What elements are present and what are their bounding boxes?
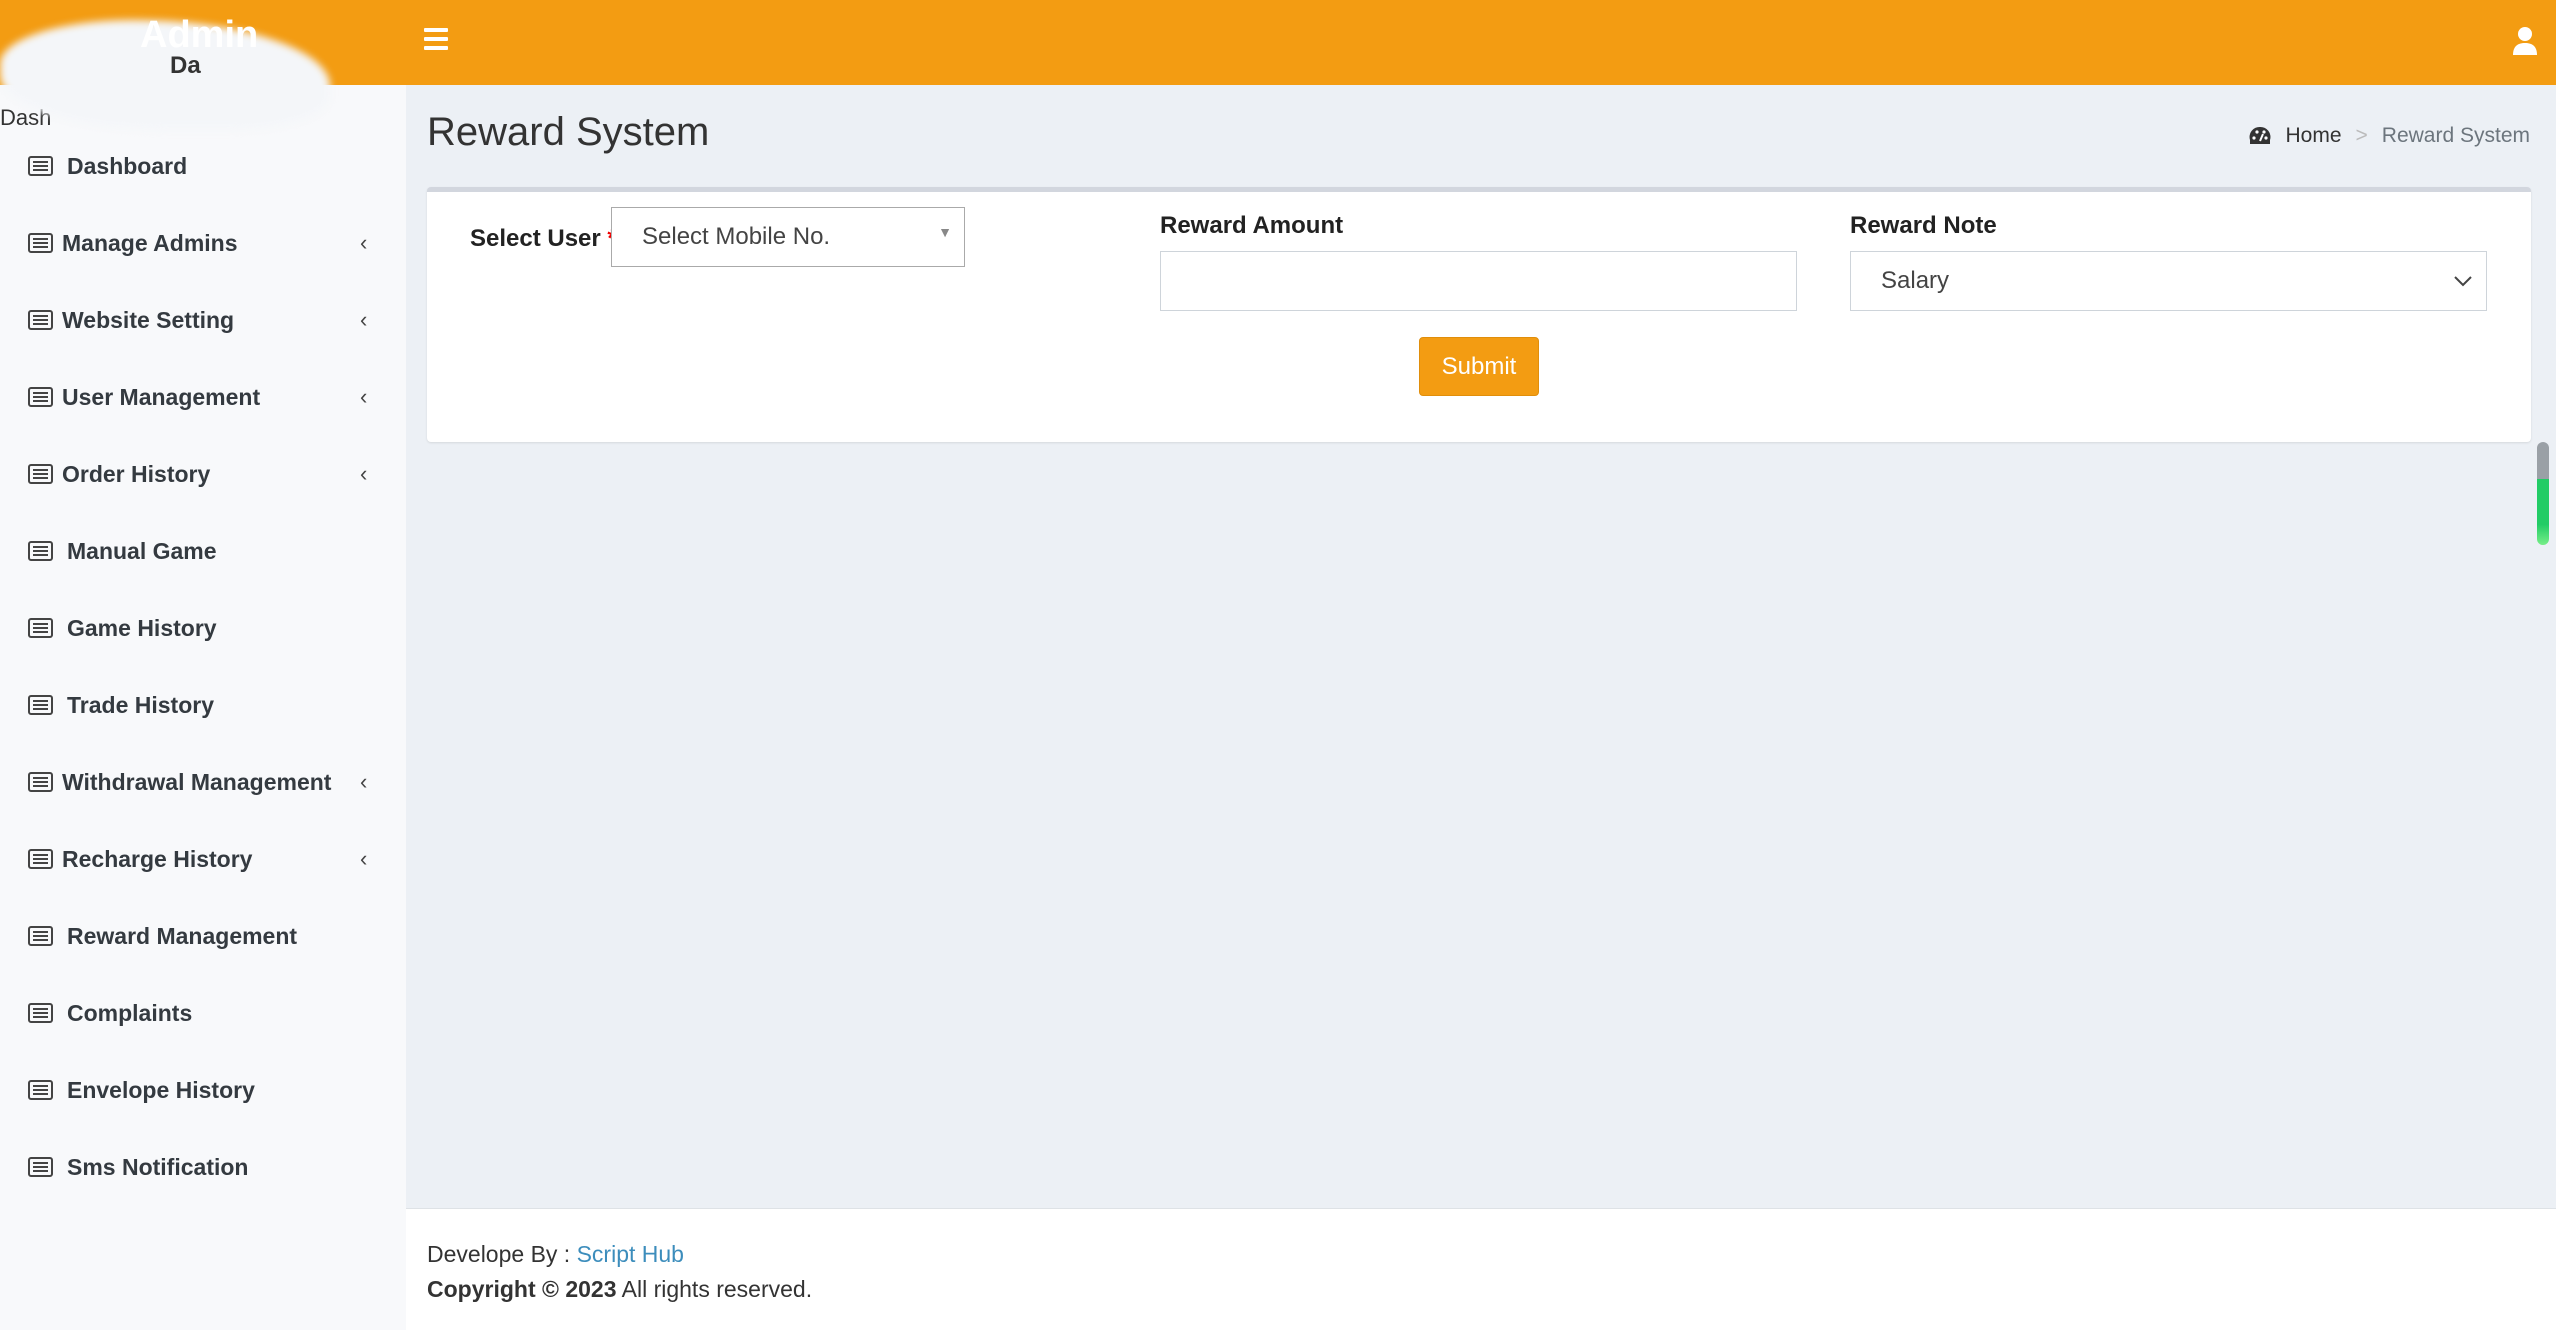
sidebar-item-complaints[interactable]: Complaints bbox=[0, 983, 406, 1043]
caret-down-icon: ▼ bbox=[938, 224, 952, 240]
list-icon bbox=[28, 618, 53, 638]
sidebar-item-dashboard[interactable]: Dashboard bbox=[0, 136, 406, 196]
reward-note-select[interactable]: Salary bbox=[1850, 251, 2487, 311]
list-icon bbox=[28, 1080, 53, 1100]
chevron-down-icon bbox=[2454, 276, 2472, 287]
breadcrumb-separator: > bbox=[2355, 124, 2368, 147]
chevron-left-icon: ‹ bbox=[360, 461, 368, 486]
submit-button[interactable]: Submit bbox=[1419, 337, 1539, 396]
list-icon bbox=[28, 156, 53, 176]
chevron-left-icon: ‹ bbox=[360, 846, 368, 871]
footer: Develope By : Script Hub Copyright © 202… bbox=[406, 1208, 2556, 1330]
sidebar-item-label: Complaints bbox=[67, 999, 193, 1026]
sidebar-item-manage-admins[interactable]: Manage Admins ‹ bbox=[0, 213, 406, 273]
sidebar-item-label: Dashboard bbox=[67, 152, 188, 179]
sidebar-item-label: Website Setting bbox=[62, 306, 235, 333]
reward-amount-input[interactable] bbox=[1160, 251, 1797, 311]
sidebar: Dash Dashboard Manage Admins ‹ Website Sett… bbox=[0, 85, 406, 1330]
scrollbar[interactable] bbox=[2537, 442, 2549, 545]
sidebar-item-label: Reward Management bbox=[67, 922, 298, 949]
chevron-left-icon: ‹ bbox=[360, 769, 368, 794]
sidebar-item-label: Manage Admins bbox=[62, 229, 238, 256]
top-navbar bbox=[0, 0, 2556, 85]
logo[interactable]: Admin bbox=[140, 14, 258, 57]
sidebar-item-sms-notification[interactable]: Sms Notification bbox=[0, 1137, 406, 1197]
chevron-left-icon: ‹ bbox=[360, 384, 368, 409]
sidebar-item-envelope-history[interactable]: Envelope History bbox=[0, 1060, 406, 1120]
list-icon bbox=[28, 541, 53, 561]
breadcrumb-current: Reward System bbox=[2381, 124, 2530, 147]
sidebar-item-label: Envelope History bbox=[67, 1076, 255, 1103]
develop-by-text: Develope By : bbox=[427, 1241, 577, 1267]
reward-form-card: Select User * Select Mobile No. ▼ Reward… bbox=[427, 187, 2531, 442]
select-user-value: Select Mobile No. bbox=[642, 223, 831, 250]
list-icon bbox=[28, 464, 53, 484]
sidebar-item-website-setting[interactable]: Website Setting ‹ bbox=[0, 290, 406, 350]
sidebar-item-label: Trade History bbox=[67, 691, 214, 718]
list-icon bbox=[28, 310, 53, 330]
select-user-dropdown[interactable]: Select Mobile No. ▼ bbox=[611, 207, 965, 267]
sidebar-item-withdrawal-management[interactable]: Withdrawal Management ‹ bbox=[0, 752, 406, 812]
chevron-left-icon: ‹ bbox=[360, 307, 368, 332]
reward-amount-label: Reward Amount bbox=[1160, 212, 1344, 239]
footer-copyright: Copyright © 2023 All rights reserved. bbox=[427, 1276, 812, 1303]
list-icon bbox=[28, 926, 53, 946]
list-icon bbox=[28, 1003, 53, 1023]
select-user-label: Select User * bbox=[470, 225, 617, 253]
developer-link[interactable]: Script Hub bbox=[577, 1241, 684, 1267]
sidebar-item-label: Recharge History bbox=[62, 845, 253, 872]
sidebar-item-label: Sms Notification bbox=[67, 1153, 249, 1180]
list-icon bbox=[28, 849, 53, 869]
sidebar-item-label: Order History bbox=[62, 460, 211, 487]
sidebar-item-trade-history[interactable]: Trade History bbox=[0, 675, 406, 735]
sidebar-item-recharge-history[interactable]: Recharge History ‹ bbox=[0, 829, 406, 889]
chevron-left-icon: ‹ bbox=[360, 230, 368, 255]
copyright-text: Copyright © 2023 bbox=[427, 1276, 617, 1302]
sidebar-item-label: Manual Game bbox=[67, 537, 217, 564]
sidebar-item-reward-management[interactable]: Reward Management bbox=[0, 906, 406, 966]
sidebar-item-label: Withdrawal Management bbox=[62, 768, 332, 795]
breadcrumb-home[interactable]: Home bbox=[2285, 124, 2341, 148]
sidebar-item-label: User Management bbox=[62, 383, 261, 410]
page-title: Reward System bbox=[427, 110, 710, 154]
reward-note-label: Reward Note bbox=[1850, 212, 1997, 239]
list-icon bbox=[28, 772, 53, 792]
footer-credit: Develope By : Script Hub bbox=[427, 1241, 684, 1268]
sidebar-item-manual-game[interactable]: Manual Game bbox=[0, 521, 406, 581]
list-icon bbox=[28, 387, 53, 407]
dashboard-gauge-icon bbox=[2250, 126, 2271, 144]
list-icon bbox=[28, 1157, 53, 1177]
sidebar-item-game-history[interactable]: Game History bbox=[0, 598, 406, 658]
sidebar-item-user-management[interactable]: User Management ‹ bbox=[0, 367, 406, 427]
hamburger-icon[interactable] bbox=[424, 28, 448, 50]
user-icon[interactable] bbox=[2512, 26, 2538, 56]
breadcrumb: Home > Reward System bbox=[2249, 124, 2530, 148]
logo-subtext: Da bbox=[170, 52, 201, 79]
list-icon bbox=[28, 695, 53, 715]
reward-note-value: Salary bbox=[1881, 267, 1950, 294]
rights-text: All rights reserved. bbox=[616, 1276, 813, 1302]
list-icon bbox=[28, 233, 53, 253]
sidebar-item-order-history[interactable]: Order History ‹ bbox=[0, 444, 406, 504]
sidebar-item-label: Game History bbox=[67, 614, 217, 641]
select-user-label-text: Select User bbox=[470, 225, 601, 252]
